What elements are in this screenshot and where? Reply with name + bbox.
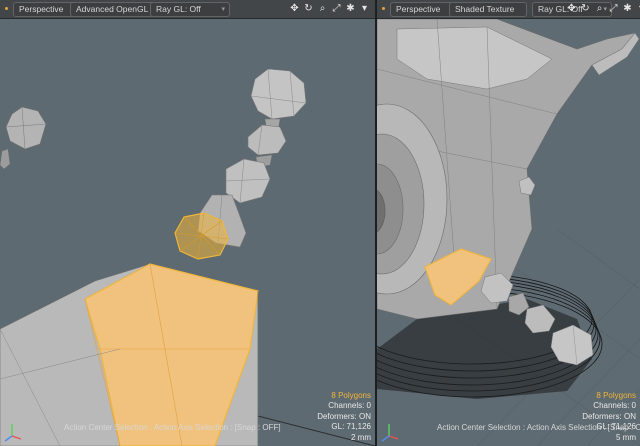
- right-shading-label: Shaded Texture: [455, 4, 515, 14]
- right-hud-info: 8 Polygons Channels: 0 Deformers: ON GL:…: [582, 391, 636, 444]
- deformers-state: Deformers: ON: [582, 411, 636, 421]
- left-status-text: Action Center Selection : Action Axis Se…: [64, 423, 281, 432]
- settings-gear-icon[interactable]: ✱: [345, 2, 356, 16]
- maximize-view-icon[interactable]: ⤢: [608, 2, 619, 16]
- chevron-down-icon[interactable]: ▾: [359, 2, 370, 16]
- right-3d-scene[interactable]: [377, 19, 640, 446]
- left-hud-info: 8 Polygons Channels: 0 Deformers: ON GL:…: [317, 391, 371, 444]
- rotate-view-icon[interactable]: ↻: [303, 2, 314, 16]
- move-view-icon[interactable]: ✥: [289, 2, 300, 16]
- rotate-view-icon[interactable]: ↻: [580, 2, 591, 16]
- left-shading-label: Advanced OpenGL: [76, 4, 149, 14]
- large-mesh-object: [377, 19, 640, 320]
- partial-mesh-object-left: [0, 106, 47, 170]
- axis-gizmo-icon: [4, 424, 22, 442]
- move-view-icon[interactable]: ✥: [566, 2, 577, 16]
- right-status-text: Action Center Selection : Action Axis Se…: [437, 423, 640, 432]
- selected-cap-face: [174, 212, 229, 260]
- left-shading-dropdown[interactable]: Advanced OpenGL: [70, 2, 156, 17]
- zoom-view-icon[interactable]: ⌕: [594, 2, 605, 16]
- settings-gear-icon[interactable]: ✱: [622, 2, 633, 16]
- viewport-active-dot: [5, 7, 8, 10]
- left-viewport-header: Perspective Advanced OpenGL Ray GL: Off …: [0, 0, 375, 19]
- left-raygl-label: Ray GL: Off: [156, 4, 201, 14]
- zoom-view-icon[interactable]: ⌕: [317, 2, 328, 16]
- right-view-tools: ✥ ↻ ⌕ ⤢ ✱ ▾: [566, 2, 640, 16]
- left-raygl-dropdown[interactable]: Ray GL: Off ▾: [150, 2, 230, 17]
- grid-size: 2 mm: [351, 432, 371, 442]
- grid-size: 5 mm: [616, 432, 636, 442]
- left-3d-scene[interactable]: [0, 19, 375, 446]
- polygon-count: 8 Polygons: [596, 390, 636, 400]
- foreground-mesh-block: [0, 263, 259, 446]
- axis-gizmo-icon: [381, 424, 399, 442]
- left-view-dropdown[interactable]: Perspective: [13, 2, 77, 17]
- right-shading-dropdown[interactable]: Shaded Texture: [449, 2, 527, 17]
- gl-count: GL: 71,126: [331, 422, 371, 431]
- left-view-label: Perspective: [19, 4, 64, 14]
- deformers-state: Deformers: ON: [317, 411, 371, 421]
- chevron-down-icon: ▾: [221, 6, 225, 13]
- chevron-down-icon[interactable]: ▾: [636, 2, 640, 16]
- channels-count: Channels: 0: [593, 401, 636, 410]
- right-view-label: Perspective: [396, 4, 441, 14]
- channels-count: Channels: 0: [328, 401, 371, 410]
- modo-viewport-layout: Perspective Advanced OpenGL Ray GL: Off …: [0, 0, 640, 446]
- left-viewport[interactable]: Perspective Advanced OpenGL Ray GL: Off …: [0, 0, 375, 446]
- maximize-view-icon[interactable]: ⤢: [331, 2, 342, 16]
- left-view-tools: ✥ ↻ ⌕ ⤢ ✱ ▾: [289, 2, 370, 16]
- right-view-dropdown[interactable]: Perspective: [390, 2, 454, 17]
- right-viewport[interactable]: Perspective Shaded Texture Ray GL: Off ▾…: [377, 0, 640, 446]
- polygon-count: 8 Polygons: [331, 390, 371, 400]
- viewport-active-dot: [382, 7, 385, 10]
